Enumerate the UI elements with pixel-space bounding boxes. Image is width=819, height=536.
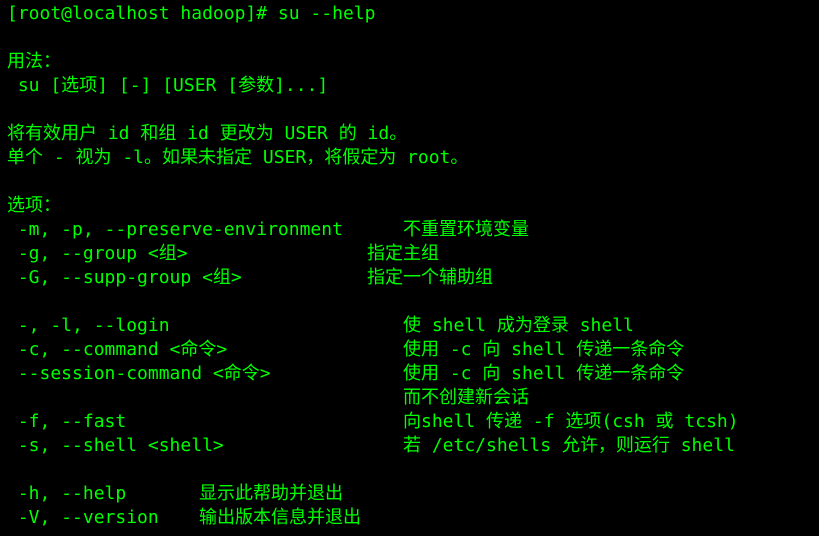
usage-line: su [选项] [-] [USER [参数]...] — [7, 74, 819, 98]
option-description: 输出版本信息并退出 — [199, 507, 361, 528]
description-line: 单个 - 视为 -l。如果未指定 USER，将假定为 root。 — [7, 146, 819, 170]
option-description: 显示此帮助并退出 — [199, 483, 343, 504]
options-title-line: 选项： — [7, 194, 819, 218]
option-flag: --session-command <命令> — [7, 363, 271, 384]
option-row: -g, --group <组> 指定主组 — [7, 242, 819, 266]
option-row: -V, --version 输出版本信息并退出 — [7, 506, 819, 530]
option-row: -s, --shell <shell> 若 /etc/shells 允许，则运行… — [7, 434, 819, 458]
option-flag: -s, --shell <shell> — [7, 435, 224, 456]
option-row: -h, --help 显示此帮助并退出 — [7, 482, 819, 506]
option-description: 指定主组 — [367, 243, 439, 264]
option-row: -f, --fast 向shell 传递 -f 选项(csh 或 tcsh) — [7, 410, 819, 434]
prompt-line: [root@localhost hadoop]# su --help — [7, 2, 819, 26]
option-flag: -g, --group <组> — [7, 243, 188, 264]
description-text: 将有效用户 id 和组 id 更改为 USER 的 id。 — [7, 123, 408, 144]
option-flag: -G, --supp-group <组> — [7, 267, 242, 288]
option-row: -, -l, --login 使 shell 成为登录 shell — [7, 314, 819, 338]
option-description: 不重置环境变量 — [403, 219, 529, 240]
option-description: 而不创建新会话 — [403, 387, 529, 408]
option-description: 向shell 传递 -f 选项(csh 或 tcsh) — [403, 411, 739, 432]
description-line: 将有效用户 id 和组 id 更改为 USER 的 id。 — [7, 122, 819, 146]
option-row: -m, -p, --preserve-environment 不重置环境变量 — [7, 218, 819, 242]
option-description: 使用 -c 向 shell 传递一条命令 — [403, 363, 685, 384]
option-flag: -h, --help — [7, 483, 127, 504]
description-text: 单个 - 视为 -l。如果未指定 USER，将假定为 root。 — [7, 147, 469, 168]
option-row: --session-command <命令> 使用 -c 向 shell 传递一… — [7, 362, 819, 386]
option-description: 使 shell 成为登录 shell — [403, 315, 634, 336]
option-flag: -c, --command <命令> — [7, 339, 228, 360]
option-flag: -m, -p, --preserve-environment — [7, 219, 343, 240]
option-row: 而不创建新会话 — [7, 386, 819, 410]
options-title: 选项： — [7, 195, 61, 216]
usage-title-line: 用法： — [7, 50, 819, 74]
option-description: 若 /etc/shells 允许，则运行 shell — [403, 435, 735, 456]
option-flag: -V, --version — [7, 507, 159, 528]
option-row: -G, --supp-group <组> 指定一个辅助组 — [7, 266, 819, 290]
option-row: -c, --command <命令> 使用 -c 向 shell 传递一条命令 — [7, 338, 819, 362]
option-flag: -f, --fast — [7, 411, 127, 432]
usage-text: su [选项] [-] [USER [参数]...] — [7, 75, 329, 96]
option-description: 使用 -c 向 shell 传递一条命令 — [403, 339, 685, 360]
command-prompt: [root@localhost hadoop]# su --help — [7, 3, 376, 24]
usage-title: 用法： — [7, 51, 61, 72]
option-flag: -, -l, --login — [7, 315, 170, 336]
option-description: 指定一个辅助组 — [367, 267, 493, 288]
terminal-window[interactable]: [root@localhost hadoop]# su --help 用法： s… — [0, 0, 819, 536]
